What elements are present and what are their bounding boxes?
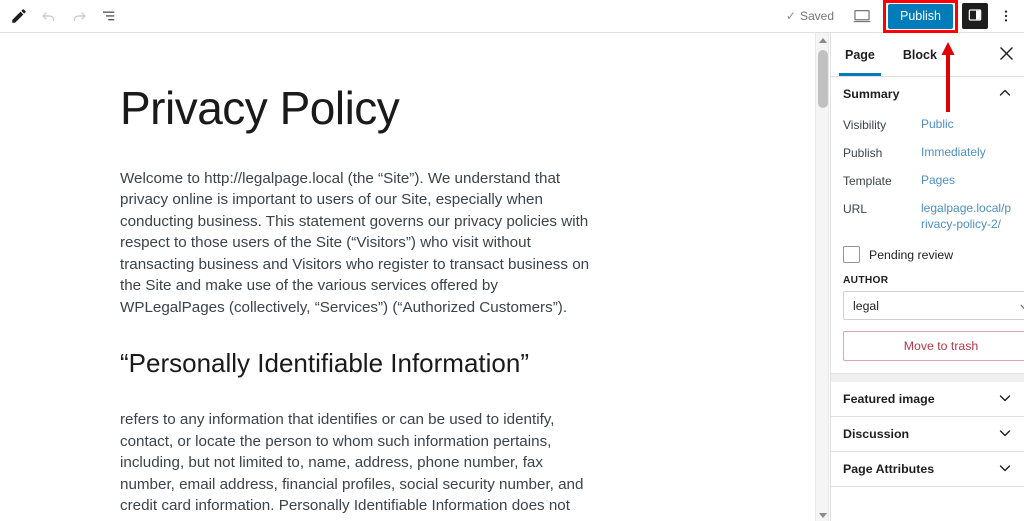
discussion-panel: Discussion (831, 417, 1024, 452)
list-view-icon (100, 7, 118, 25)
scroll-up-button[interactable] (816, 33, 830, 47)
publish-button[interactable]: Publish (888, 3, 953, 29)
redo-icon (70, 7, 88, 25)
editor-canvas[interactable]: Privacy Policy Welcome to http://legalpa… (0, 33, 815, 521)
discussion-panel-header[interactable]: Discussion (831, 417, 1024, 451)
scrollbar-thumb[interactable] (818, 50, 828, 108)
summary-row-visibility: Visibility Public (843, 111, 1012, 139)
page-attributes-panel: Page Attributes (831, 452, 1024, 487)
wordpress-block-editor: ✓ Saved Publish Privacy Policy Welcome t… (0, 0, 1024, 521)
settings-sidebar: Page Block Summary Visibility Public Pub… (830, 33, 1024, 521)
close-sidebar-button[interactable] (988, 33, 1024, 76)
chevron-down-icon (998, 461, 1012, 478)
featured-image-panel: Featured image (831, 382, 1024, 417)
summary-panel-header[interactable]: Summary (831, 77, 1024, 111)
paragraph-block[interactable]: Welcome to http://legalpage.local (the “… (120, 168, 600, 319)
tab-block[interactable]: Block (889, 33, 951, 76)
scroll-down-arrow-icon (819, 505, 827, 521)
editor-top-bar: ✓ Saved Publish (0, 0, 1024, 33)
pencil-icon (10, 7, 28, 25)
publish-button-wrapper: Publish (883, 0, 958, 33)
summary-row-url: URL legalpage.local/privacy-policy-2/ (843, 195, 1012, 238)
url-label: URL (843, 202, 868, 216)
pending-review-checkbox[interactable] (843, 246, 860, 263)
url-value[interactable]: legalpage.local/privacy-policy-2/ (921, 200, 1012, 232)
document-body: Privacy Policy Welcome to http://legalpa… (0, 33, 815, 521)
chevron-down-icon (998, 426, 1012, 443)
template-label: Template (843, 174, 892, 188)
preview-button[interactable] (846, 1, 878, 31)
heading-block[interactable]: “Personally Identifiable Information” (120, 348, 640, 379)
publish-value[interactable]: Immediately (921, 144, 986, 160)
chevron-up-icon (998, 86, 1012, 103)
chevron-down-icon (1019, 301, 1024, 316)
more-options-vertical-icon (998, 8, 1014, 24)
top-bar-right-tools: ✓ Saved Publish (786, 0, 1024, 33)
author-field-label: AUTHOR (843, 275, 889, 286)
page-attributes-panel-title: Page Attributes (843, 462, 935, 476)
tab-page[interactable]: Page (831, 33, 889, 76)
pending-review-row[interactable]: Pending review (843, 246, 1012, 263)
page-title[interactable]: Privacy Policy (120, 83, 815, 134)
more-options-button[interactable] (994, 1, 1018, 31)
move-to-trash-button[interactable]: Move to trash (843, 331, 1024, 361)
chevron-down-icon (998, 391, 1012, 408)
summary-panel-title: Summary (843, 87, 900, 101)
page-attributes-panel-header[interactable]: Page Attributes (831, 452, 1024, 486)
featured-image-panel-header[interactable]: Featured image (831, 382, 1024, 416)
author-select-value: legal (853, 298, 879, 313)
publish-label: Publish (843, 146, 883, 160)
settings-sidebar-toggle-button[interactable] (962, 3, 988, 29)
scroll-down-button[interactable] (816, 507, 830, 521)
paragraph-block[interactable]: refers to any information that identifie… (120, 409, 600, 521)
editor-scrollbar[interactable] (815, 33, 829, 521)
preview-desktop-icon (852, 6, 872, 26)
top-bar-left-tools (0, 1, 124, 31)
summary-row-template: Template Pages (843, 167, 1012, 195)
undo-icon (40, 7, 58, 25)
panel-divider (831, 374, 1024, 382)
close-icon (999, 46, 1013, 63)
saved-label: Saved (799, 9, 834, 23)
visibility-value[interactable]: Public (921, 116, 954, 132)
scroll-up-arrow-icon (819, 31, 827, 49)
sidebar-tablist: Page Block (831, 33, 1024, 77)
summary-panel-body: Visibility Public Publish Immediately Te… (831, 111, 1024, 373)
discussion-panel-title: Discussion (843, 427, 910, 441)
check-icon: ✓ (785, 9, 796, 23)
undo-icon-button[interactable] (34, 1, 64, 31)
save-status[interactable]: ✓ Saved (786, 9, 834, 23)
list-view-icon-button[interactable] (94, 1, 124, 31)
redo-icon-button[interactable] (64, 1, 94, 31)
settings-panel-icon (967, 7, 983, 26)
visibility-label: Visibility (843, 118, 887, 132)
author-select[interactable]: legal (843, 291, 1024, 320)
featured-image-panel-title: Featured image (843, 392, 935, 406)
pencil-icon-button[interactable] (4, 1, 34, 31)
pending-review-label: Pending review (869, 247, 954, 262)
summary-panel: Summary Visibility Public Publish Immedi… (831, 77, 1024, 374)
summary-row-publish: Publish Immediately (843, 139, 1012, 167)
template-value[interactable]: Pages (921, 172, 955, 188)
